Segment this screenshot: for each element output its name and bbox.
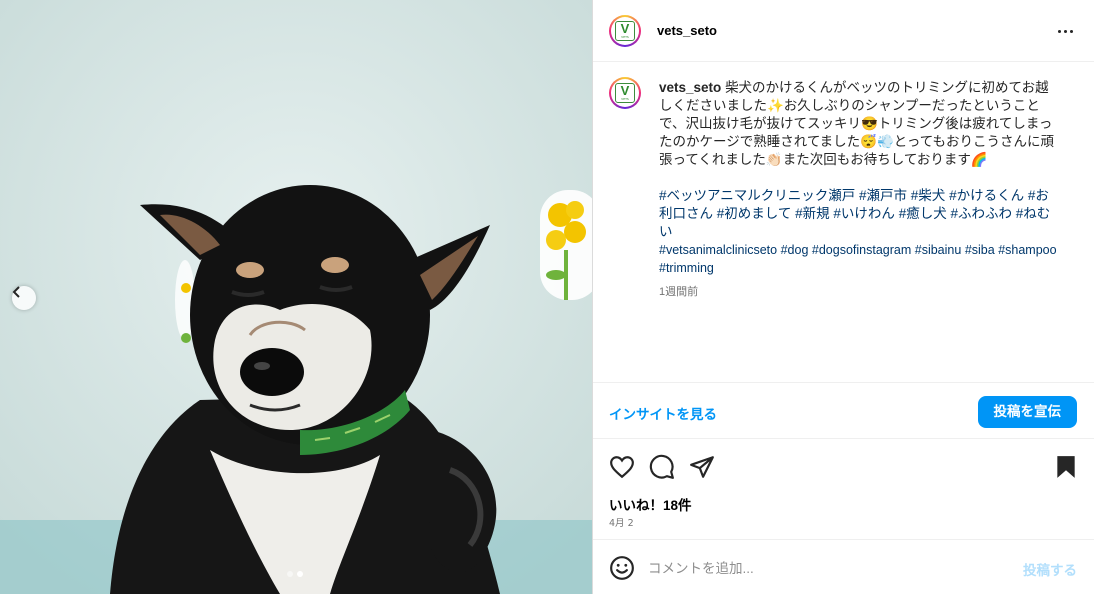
caption-avatar[interactable]: V VETS (609, 77, 641, 109)
more-icon-dot (1063, 29, 1067, 33)
post-comment-button[interactable]: 投稿する (1023, 559, 1077, 579)
hashtag-link[interactable]: #ベッツアニマルクリニック瀬戸 (659, 188, 855, 203)
hashtag-link[interactable]: #柴犬 (911, 188, 946, 203)
post-photo[interactable] (0, 0, 592, 594)
profile-logo: V VETS (615, 21, 635, 41)
more-icon-dot (1069, 29, 1073, 33)
comment-icon[interactable] (649, 454, 675, 480)
hashtag-link[interactable]: #初めまして (717, 206, 792, 221)
post-caption: vets_seto 柴犬のかけるくんがベッツのトリミングに初めてお越しくださいま… (659, 79, 1059, 301)
comment-input[interactable] (648, 557, 1008, 579)
hashtag-link[interactable]: #vetsanimalclinicseto (659, 243, 777, 257)
chevron-left-icon (12, 286, 20, 298)
promote-post-button[interactable]: 投稿を宣伝 (977, 396, 1077, 428)
hashtag-link[interactable]: #新規 (795, 206, 830, 221)
insights-bar: インサイトを見る 投稿を宣伝 (593, 382, 1094, 439)
flower-sticker (540, 190, 592, 300)
hashtags-ja: #ベッツアニマルクリニック瀬戸 #瀬戸市 #柴犬 #かけるくん #お利口さん #… (659, 187, 1059, 241)
avatar[interactable]: V VETS (609, 15, 641, 47)
hashtag-link[interactable]: #瀬戸市 (859, 188, 907, 203)
more-options-button[interactable] (1053, 22, 1077, 40)
like-count[interactable]: いいね！18件 (609, 494, 692, 514)
hashtag-link[interactable]: #dogsofinstagram (812, 243, 911, 257)
hashtag-link[interactable]: #癒し犬 (899, 206, 947, 221)
carousel-dot-active (297, 571, 303, 577)
carousel-prev-button[interactable] (12, 286, 36, 310)
post-side-panel: V VETS vets_seto V VETS vets_seto 柴犬のかけるくん… (592, 0, 1094, 594)
bookmark-icon[interactable] (1053, 454, 1079, 480)
logo-subtext: VETS (621, 97, 629, 101)
dog-photo-image (0, 0, 592, 594)
hashtag-link[interactable]: #trimming (659, 261, 714, 275)
post-username[interactable]: vets_seto (657, 23, 717, 38)
carousel-indicator (287, 571, 303, 577)
action-row (593, 450, 1094, 482)
post-time[interactable]: 1週間前 (659, 283, 1059, 301)
carousel-dot (287, 571, 293, 577)
hashtag-link[interactable]: #dog (781, 243, 809, 257)
hashtag-link[interactable]: #shampoo (998, 243, 1056, 257)
emoji-icon[interactable] (609, 555, 635, 581)
comment-bar: 投稿する (593, 539, 1094, 594)
hashtag-link[interactable]: #いけわん (833, 206, 895, 221)
post-dialog: V VETS vets_seto V VETS vets_seto 柴犬のかけるくん… (0, 0, 1094, 594)
post-header: V VETS vets_seto (593, 0, 1094, 62)
view-insights-link[interactable]: インサイトを見る (609, 403, 717, 423)
hashtag-link[interactable]: #ふわふわ (950, 206, 1012, 221)
profile-logo: V VETS (615, 83, 635, 103)
post-date: 4月 2 (609, 518, 634, 529)
logo-letter: V (620, 83, 630, 98)
hashtags-en: #vetsanimalclinicseto #dog #dogsofinstag… (659, 241, 1059, 277)
caption-username[interactable]: vets_seto (659, 80, 721, 95)
heart-icon[interactable] (609, 454, 635, 480)
more-icon (1057, 29, 1061, 33)
logo-subtext: VETS (621, 35, 629, 39)
logo-letter: V (620, 21, 630, 36)
hashtag-link[interactable]: #かけるくん (949, 188, 1024, 203)
hashtag-link[interactable]: #siba (965, 243, 995, 257)
caption-area: V VETS vets_seto 柴犬のかけるくんがベッツのトリミングに初めてお越… (593, 62, 1094, 382)
hashtag-link[interactable]: #sibainu (915, 243, 962, 257)
share-icon[interactable] (689, 454, 715, 480)
